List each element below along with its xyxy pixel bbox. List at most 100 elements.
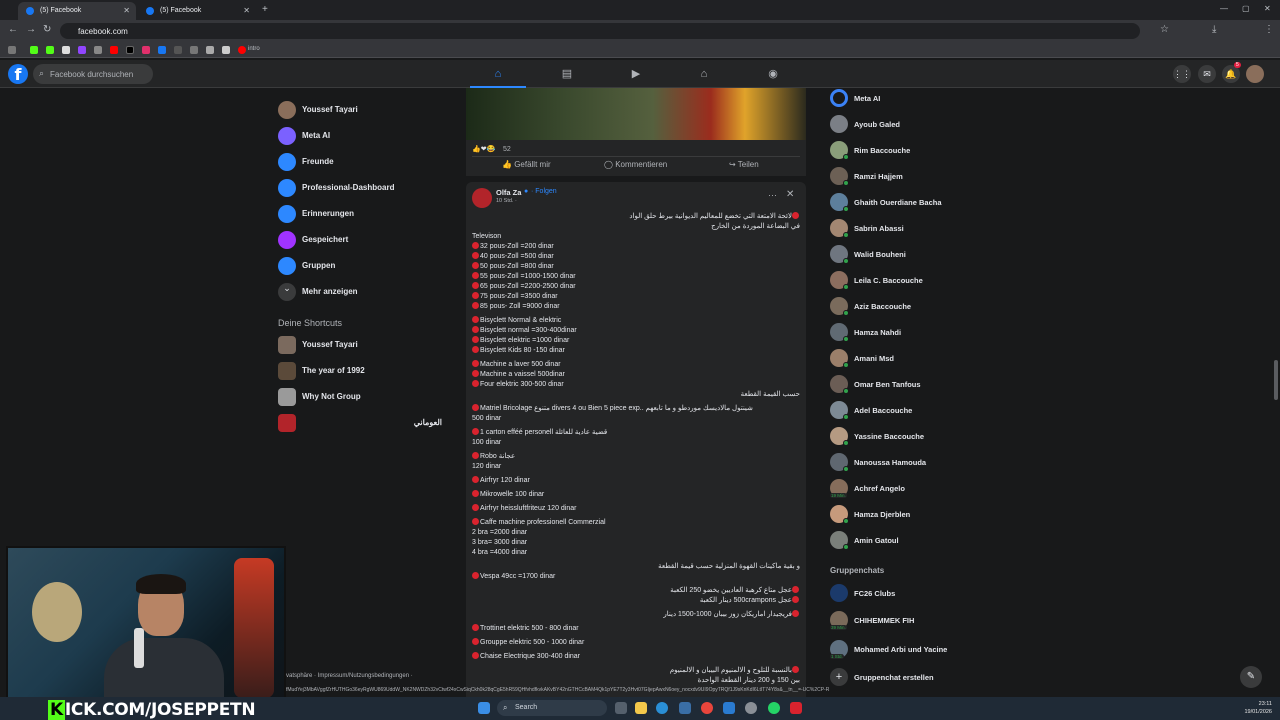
maximize-icon[interactable]: ▢ xyxy=(1242,4,1250,13)
youtube-bookmark-icon[interactable] xyxy=(110,46,118,54)
reaction-count[interactable]: 52 xyxy=(503,146,511,153)
contact-item[interactable]: Hamza Djerblen xyxy=(830,505,1080,525)
system-clock[interactable]: 23:11 19/01/2026 xyxy=(1244,700,1272,716)
groups-icon[interactable]: ◉ xyxy=(763,64,783,84)
contact-item[interactable]: Hamza Nahdi xyxy=(830,323,1080,343)
url-input[interactable]: facebook.com xyxy=(60,23,1140,39)
contact-item[interactable]: Ghaith Ouerdiane Bacha xyxy=(830,193,1080,213)
sidebar-item[interactable]: Meta AI xyxy=(278,126,448,146)
browser-tab[interactable]: (5) Facebook ✕ xyxy=(18,2,136,20)
contact-item[interactable]: Nanoussa Hamouda xyxy=(830,453,1080,473)
sidebar-item[interactable]: Youssef Tayari xyxy=(278,100,448,120)
contact-item[interactable]: Sabrin Abassi xyxy=(830,219,1080,239)
bookmark-icon[interactable] xyxy=(94,46,102,54)
sidebar-item[interactable]: Professional-Dashboard xyxy=(278,178,448,198)
bookmark-icon[interactable] xyxy=(46,46,54,54)
bookmark-icon[interactable] xyxy=(222,46,230,54)
close-window-icon[interactable]: ✕ xyxy=(1264,4,1271,13)
forward-icon[interactable]: → xyxy=(26,24,36,35)
close-tab-icon[interactable]: ✕ xyxy=(123,6,130,15)
twitch-bookmark-icon[interactable] xyxy=(78,46,86,54)
marketplace-icon[interactable]: ⌂ xyxy=(694,64,714,84)
bookmark-star-icon[interactable]: ☆ xyxy=(1160,24,1169,35)
shortcut-item[interactable]: العوماني xyxy=(278,413,448,433)
feeds-icon[interactable]: ▤ xyxy=(557,64,577,84)
contact-item[interactable]: Aziz Baccouche xyxy=(830,297,1080,317)
group-chat-item[interactable]: 39 Min. CHIHEMMEK FIH xyxy=(830,611,1080,631)
reload-icon[interactable]: ↻ xyxy=(43,24,51,35)
home-icon[interactable]: ⌂ xyxy=(488,64,508,84)
instagram-bookmark-icon[interactable] xyxy=(142,46,150,54)
kick-bookmark-icon[interactable] xyxy=(30,46,38,54)
footer-links[interactable]: vatsphäre · Impressum/Nutzungsbedingunge… xyxy=(286,673,413,679)
contact-item[interactable]: Adel Baccouche xyxy=(830,401,1080,421)
app-icon[interactable] xyxy=(723,702,735,714)
download-icon[interactable]: ⤓ xyxy=(1212,24,1216,35)
minimize-icon[interactable]: — xyxy=(1220,4,1228,13)
sidebar-item[interactable]: ⌄ Mehr anzeigen xyxy=(278,282,448,302)
shortcut-item[interactable]: The year of 1992 xyxy=(278,361,448,381)
contact-item[interactable]: Ayoub Galed xyxy=(830,115,1080,135)
youtube-bookmark-icon[interactable] xyxy=(238,46,246,54)
contact-item[interactable]: Walid Bouheni xyxy=(830,245,1080,265)
share-button[interactable]: ↪ Teilen xyxy=(729,160,759,169)
sidebar-item[interactable]: Gruppen xyxy=(278,256,448,276)
bookmark-icon[interactable] xyxy=(190,46,198,54)
search-input[interactable]: ⌕ Facebook durchsuchen xyxy=(33,64,153,84)
bookmark-icon[interactable] xyxy=(62,46,70,54)
contact-item[interactable]: Rim Baccouche xyxy=(830,141,1080,161)
contact-item[interactable]: Amin Gatoul xyxy=(830,531,1080,551)
reactions-icon[interactable]: 👍❤😂 xyxy=(472,145,495,153)
bookmark-label[interactable]: intro xyxy=(248,46,260,52)
post-image[interactable] xyxy=(466,88,806,140)
scrollbar[interactable] xyxy=(1274,360,1278,400)
profile-avatar[interactable] xyxy=(1246,65,1264,83)
like-button[interactable]: 👍 Gefällt mir xyxy=(502,160,551,169)
settings-icon[interactable] xyxy=(745,702,757,714)
taskbar-search[interactable]: ⌕ Search xyxy=(497,700,607,716)
shortcut-item[interactable]: Why Not Group xyxy=(278,387,448,407)
apps-icon[interactable] xyxy=(8,46,16,54)
facebook-bookmark-icon[interactable] xyxy=(158,46,166,54)
new-message-button[interactable]: ✎ xyxy=(1240,666,1262,688)
task-view-icon[interactable] xyxy=(615,702,627,714)
video-icon[interactable]: ▶ xyxy=(626,64,646,84)
bookmark-icon[interactable] xyxy=(174,46,182,54)
post-author[interactable]: Olfa Za xyxy=(496,188,521,197)
group-chat-item[interactable]: + Gruppenchat erstellen xyxy=(830,668,1080,688)
sidebar-item[interactable]: Freunde xyxy=(278,152,448,172)
contact-item[interactable]: Omar Ben Tanfous xyxy=(830,375,1080,395)
browser-tab[interactable]: (5) Facebook ✕ xyxy=(138,2,256,20)
edge-icon[interactable] xyxy=(656,702,668,714)
comment-button[interactable]: ◯ Kommentieren xyxy=(604,160,667,169)
chrome-icon[interactable] xyxy=(701,702,713,714)
bookmark-icon[interactable] xyxy=(206,46,214,54)
messenger-icon[interactable]: ✉ xyxy=(1198,65,1216,83)
contact-item[interactable]: Amani Msd xyxy=(830,349,1080,369)
whatsapp-icon[interactable] xyxy=(768,702,780,714)
sidebar-item[interactable]: Gespeichert xyxy=(278,230,448,250)
contact-item[interactable]: Meta AI xyxy=(830,89,1080,109)
store-icon[interactable] xyxy=(679,702,691,714)
sidebar-item[interactable]: Erinnerungen xyxy=(278,204,448,224)
follow-button[interactable]: · Folgen xyxy=(531,188,557,195)
contact-item[interactable]: 19 Min. Achref Angelo xyxy=(830,479,1080,499)
close-post-icon[interactable]: ✕ xyxy=(786,189,794,200)
group-chat-item[interactable]: 1 Std. Mohamed Arbi und Yacine xyxy=(830,640,1080,660)
post-time[interactable]: 10 Std. · xyxy=(496,198,517,204)
back-icon[interactable]: ← xyxy=(8,24,18,35)
app-icon[interactable] xyxy=(790,702,802,714)
more-options-icon[interactable]: ··· xyxy=(768,190,777,200)
contact-item[interactable]: Leila C. Baccouche xyxy=(830,271,1080,291)
group-chat-item[interactable]: FC26 Clubs xyxy=(830,584,1080,604)
contact-item[interactable]: Ramzi Hajjem xyxy=(830,167,1080,187)
close-tab-icon[interactable]: ✕ xyxy=(243,6,250,15)
menu-icon[interactable]: ⋮ xyxy=(1264,24,1274,35)
start-icon[interactable] xyxy=(478,702,490,714)
file-explorer-icon[interactable] xyxy=(635,702,647,714)
facebook-logo[interactable]: f xyxy=(8,64,28,84)
new-tab-button[interactable]: + xyxy=(262,4,268,15)
shortcut-item[interactable]: Youssef Tayari xyxy=(278,335,448,355)
menu-grid-icon[interactable]: ⋮⋮ xyxy=(1173,65,1191,83)
author-avatar[interactable] xyxy=(472,188,492,208)
